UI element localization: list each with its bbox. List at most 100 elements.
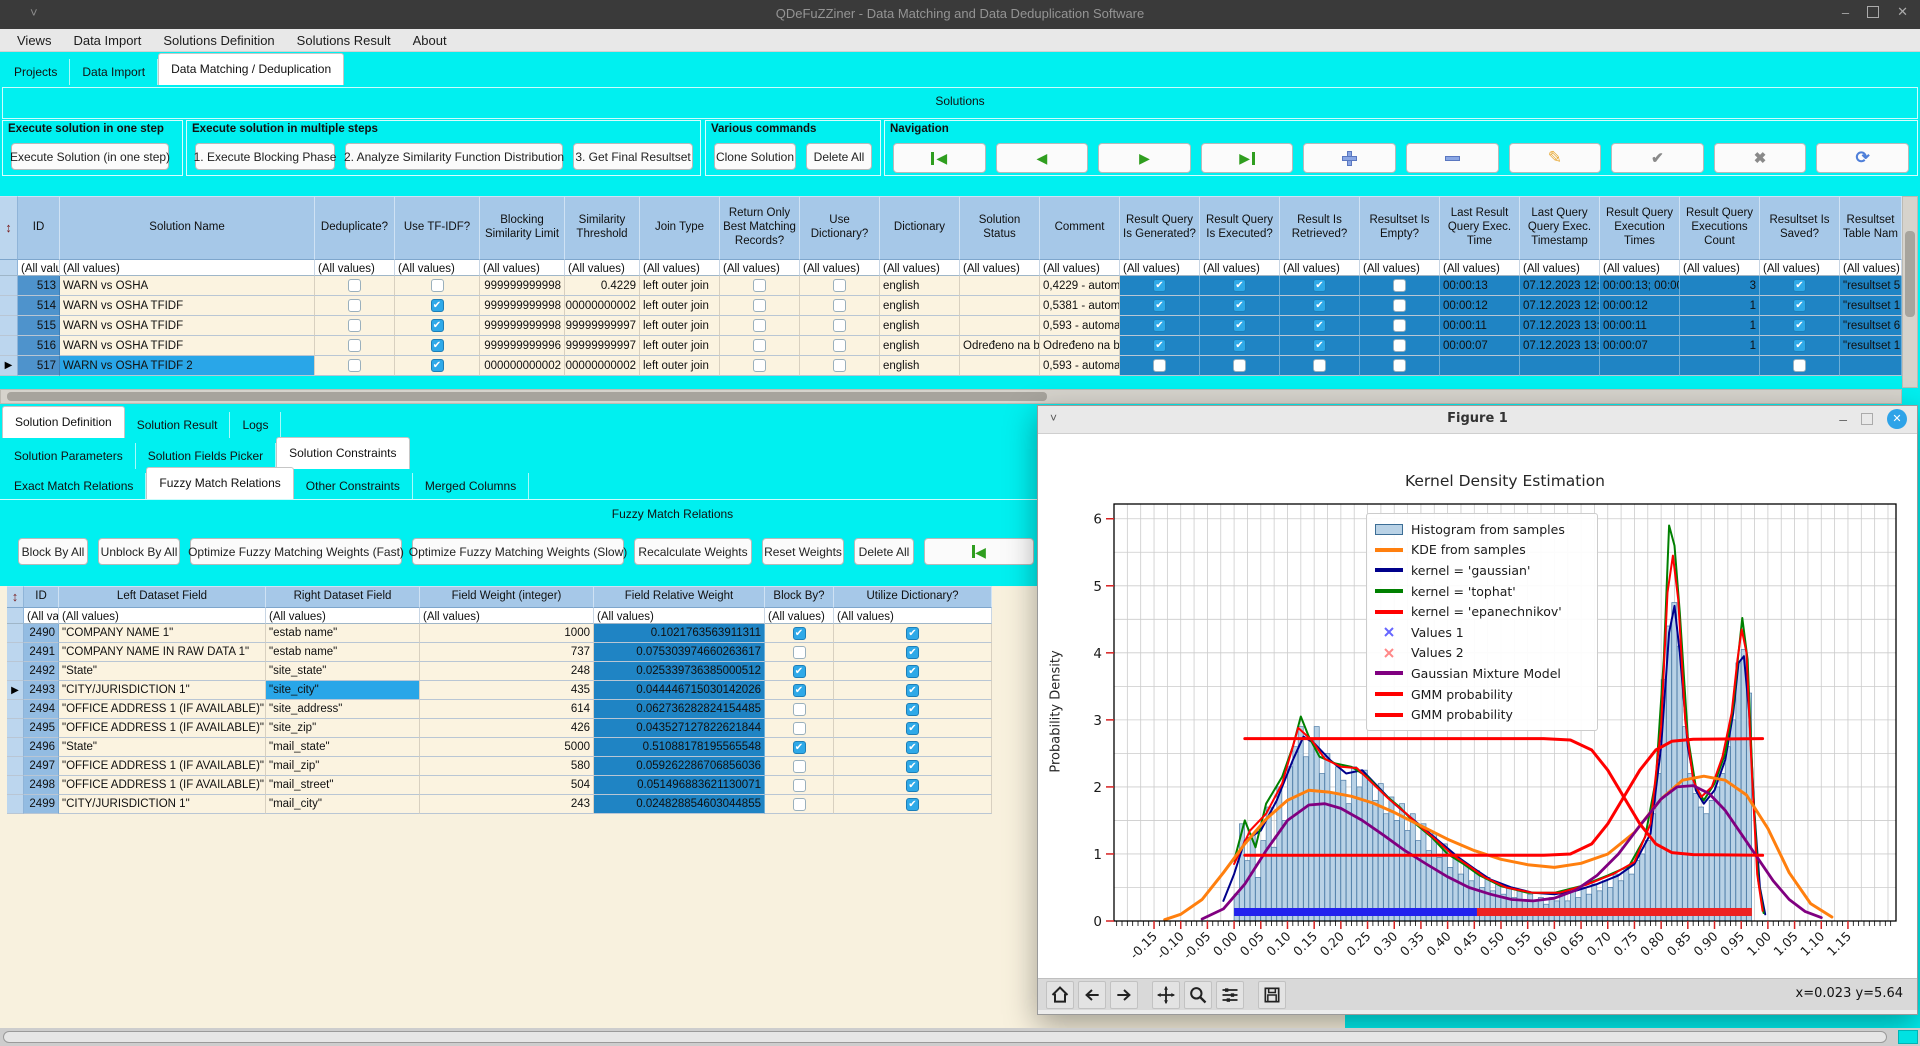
- row-gutter-cell[interactable]: [7, 719, 24, 738]
- filter-cell-retr[interactable]: (All values): [1280, 260, 1360, 276]
- cell-gen[interactable]: [1120, 356, 1200, 376]
- cell-blockby[interactable]: [765, 795, 834, 814]
- cell-blockby[interactable]: [765, 757, 834, 776]
- cell-weight[interactable]: 426: [420, 719, 594, 738]
- cell-retr[interactable]: ✔: [1280, 336, 1360, 356]
- column-header-count[interactable]: Result Query Executions Count: [1680, 196, 1760, 260]
- cell-retr[interactable]: ✔: [1280, 316, 1360, 336]
- checked-checkbox[interactable]: ✔: [906, 646, 919, 659]
- cell-time[interactable]: 00:00:13: [1440, 276, 1520, 296]
- table-row[interactable]: 2495"OFFICE ADDRESS 1 (IF AVAILABLE)""si…: [7, 719, 992, 738]
- table-row[interactable]: 2499"CITY/JURISDICTION 1""mail_city"2430…: [7, 795, 992, 814]
- row-gutter-cell[interactable]: [7, 738, 24, 757]
- unchecked-checkbox[interactable]: [753, 339, 766, 352]
- cell-weight[interactable]: 248: [420, 662, 594, 681]
- checked-checkbox[interactable]: ✔: [1233, 339, 1246, 352]
- cell-retr[interactable]: ✔: [1280, 276, 1360, 296]
- unchecked-checkbox[interactable]: [833, 299, 846, 312]
- checked-checkbox[interactable]: ✔: [793, 741, 806, 754]
- unchecked-checkbox[interactable]: [1393, 339, 1406, 352]
- cell-exec[interactable]: [1200, 356, 1280, 376]
- tab-exact-match-relations[interactable]: Exact Match Relations: [2, 473, 146, 499]
- cell-times[interactable]: 00:00:13; 00:00: [1600, 276, 1680, 296]
- scrollbar-thumb[interactable]: [1905, 231, 1915, 317]
- filter-cell-times[interactable]: (All values): [1600, 260, 1680, 276]
- close-icon[interactable]: ✕: [1897, 4, 1908, 20]
- cell-best[interactable]: [720, 296, 800, 316]
- unchecked-checkbox[interactable]: [833, 279, 846, 292]
- cell-time[interactable]: [1440, 356, 1520, 376]
- cell-utilize[interactable]: ✔: [834, 681, 992, 700]
- table-row[interactable]: ▶2493"CITY/JURISDICTION 1""site_city"435…: [7, 681, 992, 700]
- unchecked-checkbox[interactable]: [833, 359, 846, 372]
- checked-checkbox[interactable]: ✔: [1153, 279, 1166, 292]
- checked-checkbox[interactable]: ✔: [906, 798, 919, 811]
- table-row[interactable]: 2496"State""mail_state"50000.51088178195…: [7, 738, 992, 757]
- column-header-status[interactable]: Solution Status: [960, 196, 1040, 260]
- figure-title-bar[interactable]: ˅ Figure 1 – ✕: [1038, 406, 1917, 434]
- unchecked-checkbox[interactable]: [348, 279, 361, 292]
- cell-dict[interactable]: english: [880, 356, 960, 376]
- cell-exec[interactable]: ✔: [1200, 336, 1280, 356]
- filter-cell-left[interactable]: (All values): [59, 608, 266, 624]
- filter-cell-usedict[interactable]: (All values): [800, 260, 880, 276]
- checked-checkbox[interactable]: ✔: [793, 627, 806, 640]
- cell-right[interactable]: "mail_state": [266, 738, 420, 757]
- cell-right[interactable]: "site_zip": [266, 719, 420, 738]
- cell-comment[interactable]: Određeno na b: [1040, 336, 1120, 356]
- cell-usedict[interactable]: [800, 276, 880, 296]
- cell-empty[interactable]: [1360, 296, 1440, 316]
- table-corner-cell[interactable]: ↕: [0, 196, 18, 260]
- cell-name[interactable]: WARN vs OSHA TFIDF: [60, 336, 315, 356]
- cell-utilize[interactable]: ✔: [834, 757, 992, 776]
- unchecked-checkbox[interactable]: [348, 299, 361, 312]
- cell-weight[interactable]: 5000: [420, 738, 594, 757]
- column-header-weight[interactable]: Field Weight (integer): [420, 586, 594, 608]
- unchecked-checkbox[interactable]: [793, 760, 806, 773]
- table-row[interactable]: 514WARN vs OSHA TFIDF✔999999999998000000…: [0, 296, 1902, 316]
- cell-usedict[interactable]: [800, 316, 880, 336]
- cell-left[interactable]: "CITY/JURISDICTION 1": [59, 681, 266, 700]
- unchecked-checkbox[interactable]: [793, 779, 806, 792]
- cell-blocking[interactable]: 999999999998: [480, 316, 565, 336]
- cell-blockby[interactable]: [765, 700, 834, 719]
- column-header-best[interactable]: Return Only Best Matching Records?: [720, 196, 800, 260]
- table-row[interactable]: 516WARN vs OSHA TFIDF✔999999999996999999…: [0, 336, 1902, 356]
- cell-time[interactable]: 00:00:07: [1440, 336, 1520, 356]
- cell-ts[interactable]: 07.12.2023 12:: [1520, 276, 1600, 296]
- row-gutter-cell[interactable]: [7, 700, 24, 719]
- filter-cell-table[interactable]: (All values): [1840, 260, 1902, 276]
- filter-cell-blocking[interactable]: (All values): [480, 260, 565, 276]
- unchecked-checkbox[interactable]: [1793, 359, 1806, 372]
- unchecked-checkbox[interactable]: [793, 798, 806, 811]
- cell-comment[interactable]: 0,593 - automa: [1040, 356, 1120, 376]
- checked-checkbox[interactable]: ✔: [906, 722, 919, 735]
- filter-cell-name[interactable]: (All values): [60, 260, 315, 276]
- checked-checkbox[interactable]: ✔: [906, 684, 919, 697]
- column-header-blockby[interactable]: Block By?: [765, 586, 834, 608]
- column-header-ts[interactable]: Last Query Query Exec. Timestamp: [1520, 196, 1600, 260]
- row-gutter-cell[interactable]: [0, 296, 18, 316]
- cell-id[interactable]: 2492: [24, 662, 59, 681]
- cell-dict[interactable]: english: [880, 296, 960, 316]
- column-header-empty[interactable]: Resultset Is Empty?: [1360, 196, 1440, 260]
- checked-checkbox[interactable]: ✔: [1313, 299, 1326, 312]
- column-header-dedup[interactable]: Deduplicate?: [315, 196, 395, 260]
- table-row[interactable]: 2492"State""site_state"2480.025339736385…: [7, 662, 992, 681]
- unchecked-checkbox[interactable]: [1393, 319, 1406, 332]
- cell-times[interactable]: 00:00:12: [1600, 296, 1680, 316]
- cell-count[interactable]: 3: [1680, 276, 1760, 296]
- cell-best[interactable]: [720, 356, 800, 376]
- cell-retr[interactable]: [1280, 356, 1360, 376]
- column-header-tfidf[interactable]: Use TF-IDF?: [395, 196, 480, 260]
- cell-right[interactable]: "mail_zip": [266, 757, 420, 776]
- cell-left[interactable]: "COMPANY NAME 1": [59, 624, 266, 643]
- filter-cell-utilize[interactable]: (All values): [834, 608, 992, 624]
- cell-id[interactable]: 2496: [24, 738, 59, 757]
- filter-cell-saved[interactable]: (All values): [1760, 260, 1840, 276]
- tab-data-import[interactable]: Data Import: [70, 59, 158, 85]
- menu-item-data-import[interactable]: Data Import: [62, 31, 152, 50]
- unblock-by-all-button[interactable]: Unblock By All: [98, 538, 180, 565]
- tab-other-constraints[interactable]: Other Constraints: [294, 473, 413, 499]
- row-gutter-cell[interactable]: [7, 795, 24, 814]
